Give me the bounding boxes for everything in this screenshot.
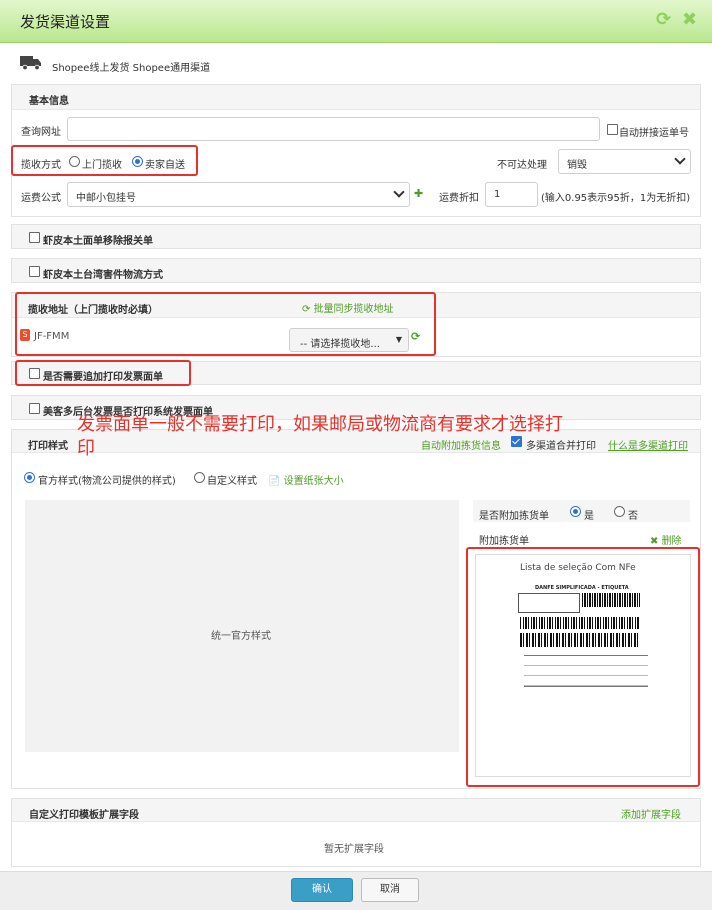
channel-name: Shopee线上发货 Shopee通用渠道 bbox=[52, 63, 211, 74]
chevron-down-icon bbox=[393, 186, 405, 198]
custom-fields-header: 自定义打印模板扩展字段 添加扩展字段 bbox=[12, 799, 700, 822]
discount-label: 运费折扣 bbox=[439, 193, 479, 204]
query-url-label: 查询网址 bbox=[21, 127, 61, 138]
what-is-multi-link[interactable]: 什么是多渠道打印 bbox=[608, 437, 688, 452]
print-style-title: 打印样式 bbox=[28, 441, 68, 452]
official-style-text: 统一官方样式 bbox=[211, 631, 271, 642]
dialog-titlebar: 发货渠道设置 ⟳ ✖ bbox=[0, 0, 712, 43]
discount-hint: (输入0.95表示95折，1为无折扣) bbox=[541, 193, 691, 204]
taiwan-logistics-label: 虾皮本土台湾害件物流方式 bbox=[43, 270, 163, 281]
dialog-title: 发货渠道设置 bbox=[20, 13, 111, 31]
delete-link[interactable]: ✖ 删除 bbox=[650, 532, 682, 547]
refresh-icon[interactable]: ⟳ bbox=[656, 9, 671, 30]
chevron-down-icon bbox=[674, 153, 686, 165]
close-icon[interactable]: ✖ bbox=[682, 9, 697, 30]
discount-input[interactable]: 1 bbox=[485, 182, 538, 207]
remove-customs-checkbox[interactable] bbox=[29, 232, 40, 243]
cancel-button[interactable]: 取消 bbox=[361, 878, 419, 902]
attach-pick-no-label: 否 bbox=[628, 511, 638, 522]
custom-fields-empty: 暂无扩展字段 bbox=[324, 844, 384, 855]
official-style-preview: 统一官方样式 bbox=[25, 500, 459, 752]
attach-pick-yes-radio[interactable] bbox=[570, 506, 581, 517]
attach-pick-title: 附加拣货单 bbox=[479, 536, 529, 547]
unreachable-label: 不可达处理 bbox=[497, 160, 547, 171]
style-official-label: 官方样式(物流公司提供的样式) bbox=[38, 476, 176, 487]
style-official-radio[interactable] bbox=[24, 472, 35, 483]
basic-info-title: 基本信息 bbox=[29, 96, 69, 107]
attach-pick-label: 是否附加拣货单 bbox=[479, 511, 549, 522]
custom-fields-panel: 自定义打印模板扩展字段 添加扩展字段 暂无扩展字段 bbox=[11, 798, 701, 867]
style-custom-label: 自定义样式 bbox=[207, 476, 257, 487]
annotation-note: 发票面单一般不需要打印，如果邮局或物流商有要求才选择打印 bbox=[77, 414, 563, 459]
attach-pick-yes-label: 是 bbox=[584, 511, 594, 522]
basic-info-header: 基本信息 bbox=[12, 85, 700, 110]
truck-icon bbox=[20, 56, 41, 70]
attach-pick-row: 是否附加拣货单 是 否 bbox=[473, 500, 690, 522]
highlight-box-invoice bbox=[15, 360, 191, 386]
auto-join-checkbox[interactable] bbox=[607, 124, 618, 135]
highlight-box-picklist bbox=[466, 547, 700, 787]
style-custom-radio[interactable] bbox=[194, 472, 205, 483]
taiwan-logistics-checkbox[interactable] bbox=[29, 266, 40, 277]
option-row-remove-customs: 虾皮本土面单移除报关单 bbox=[11, 224, 701, 249]
attach-pick-no-radio[interactable] bbox=[614, 506, 625, 517]
auto-join-label: 自动拼接运单号 bbox=[619, 128, 689, 139]
freight-formula-select[interactable]: 中邮小包挂号 bbox=[67, 182, 410, 207]
custom-fields-title: 自定义打印模板扩展字段 bbox=[29, 810, 139, 821]
unreachable-select[interactable]: 销毁 bbox=[558, 149, 691, 174]
highlight-box-pickup bbox=[11, 145, 198, 176]
add-field-link[interactable]: 添加扩展字段 bbox=[621, 806, 681, 821]
dialog-footer: 确认 取消 bbox=[0, 871, 712, 910]
highlight-box-address bbox=[15, 292, 436, 356]
option-row-taiwan-logistics: 虾皮本土台湾害件物流方式 bbox=[11, 258, 701, 283]
mercado-invoice-checkbox[interactable] bbox=[29, 403, 40, 414]
confirm-button[interactable]: 确认 bbox=[291, 878, 353, 902]
add-formula-icon[interactable]: ✚ bbox=[414, 187, 423, 200]
paper-size-link[interactable]: 📄 设置纸张大小 bbox=[268, 472, 344, 487]
freight-formula-label: 运费公式 bbox=[21, 193, 61, 204]
query-url-input[interactable] bbox=[67, 117, 600, 141]
remove-customs-label: 虾皮本土面单移除报关单 bbox=[43, 236, 153, 247]
